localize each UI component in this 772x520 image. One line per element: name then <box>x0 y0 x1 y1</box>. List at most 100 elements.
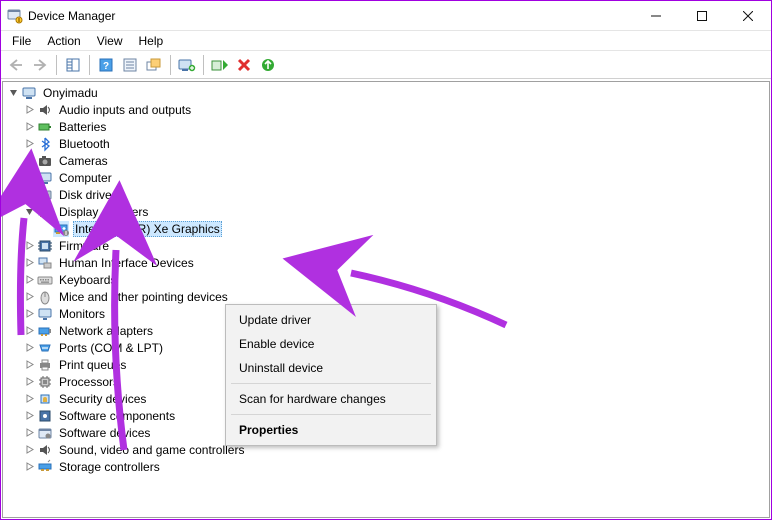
display-adapter-icon <box>53 221 69 237</box>
enable-device-button[interactable] <box>209 54 231 76</box>
menu-view[interactable]: View <box>90 32 130 50</box>
collapse-icon[interactable] <box>7 86 20 99</box>
titlebar: Device Manager <box>1 1 771 31</box>
expand-icon[interactable] <box>23 290 36 303</box>
properties-button[interactable] <box>119 54 141 76</box>
menu-help[interactable]: Help <box>132 32 171 50</box>
legacy-button[interactable] <box>143 54 165 76</box>
expand-icon[interactable] <box>23 239 36 252</box>
menubar: File Action View Help <box>1 31 771 51</box>
maximize-button[interactable] <box>679 1 725 31</box>
tree-item-intel-iris-xe[interactable]: Intel(R) Iris(R) Xe Graphics <box>3 220 769 237</box>
cm-enable-device[interactable]: Enable device <box>229 332 433 356</box>
expand-icon[interactable] <box>23 171 36 184</box>
network-icon <box>37 323 53 339</box>
forward-button[interactable] <box>29 54 51 76</box>
tree-item-label: Storage controllers <box>57 460 162 474</box>
expand-icon[interactable] <box>23 409 36 422</box>
expand-icon[interactable] <box>23 307 36 320</box>
help-button[interactable]: ? <box>95 54 117 76</box>
bluetooth-icon <box>37 136 53 152</box>
tree-item-label: Software devices <box>57 426 152 440</box>
toolbar-separator <box>89 55 90 75</box>
close-button[interactable] <box>725 1 771 31</box>
expand-icon[interactable] <box>23 375 36 388</box>
tree-item-mice[interactable]: Mice and other pointing devices <box>3 288 769 305</box>
client-area: Onyimadu Audio inputs and outputs Batter… <box>1 79 771 519</box>
expand-icon[interactable] <box>23 341 36 354</box>
tree-item-display-adapters[interactable]: Display adapters <box>3 203 769 220</box>
tree-item-label: Audio inputs and outputs <box>57 103 193 117</box>
tree-item-label: Mice and other pointing devices <box>57 290 230 304</box>
firmware-icon <box>37 238 53 254</box>
expand-icon[interactable] <box>23 460 36 473</box>
tree-item-storage-controllers[interactable]: Storage controllers <box>3 458 769 475</box>
expand-icon[interactable] <box>23 188 36 201</box>
menu-file[interactable]: File <box>5 32 38 50</box>
tree-item-diskdrives[interactable]: Disk drives <box>3 186 769 203</box>
expand-icon[interactable] <box>23 256 36 269</box>
keyboard-icon <box>37 272 53 288</box>
tree-root[interactable]: Onyimadu <box>3 84 769 101</box>
tree-item-audio[interactable]: Audio inputs and outputs <box>3 101 769 118</box>
hid-icon <box>37 255 53 271</box>
tree-item-computer[interactable]: Computer <box>3 169 769 186</box>
collapse-icon[interactable] <box>23 205 36 218</box>
cm-uninstall-device[interactable]: Uninstall device <box>229 356 433 380</box>
menu-action[interactable]: Action <box>40 32 87 50</box>
tree-item-hid[interactable]: Human Interface Devices <box>3 254 769 271</box>
tree-item-label: Ports (COM & LPT) <box>57 341 165 355</box>
tree-item-label: Firmware <box>57 239 111 253</box>
expand-icon[interactable] <box>23 358 36 371</box>
cm-separator <box>231 383 431 384</box>
update-driver-button[interactable] <box>176 54 198 76</box>
expand-icon[interactable] <box>23 324 36 337</box>
tree-item-label: Bluetooth <box>57 137 112 151</box>
tree-item-label: Batteries <box>57 120 108 134</box>
tree-item-label: Human Interface Devices <box>57 256 196 270</box>
mouse-icon <box>37 289 53 305</box>
show-hide-tree-button[interactable] <box>62 54 84 76</box>
cm-properties[interactable]: Properties <box>229 418 433 442</box>
tree-item-batteries[interactable]: Batteries <box>3 118 769 135</box>
port-icon <box>37 340 53 356</box>
uninstall-device-button[interactable] <box>233 54 255 76</box>
expand-icon[interactable] <box>23 426 36 439</box>
tree-item-label: Display adapters <box>57 205 150 219</box>
software-component-icon <box>37 408 53 424</box>
expand-icon[interactable] <box>23 273 36 286</box>
disk-icon <box>37 187 53 203</box>
scan-hardware-button[interactable] <box>257 54 279 76</box>
device-tree[interactable]: Onyimadu Audio inputs and outputs Batter… <box>2 81 770 518</box>
expand-icon[interactable] <box>23 120 36 133</box>
cm-update-driver[interactable]: Update driver <box>229 308 433 332</box>
printer-icon <box>37 357 53 373</box>
tree-item-label: Keyboards <box>57 273 118 287</box>
app-icon <box>7 8 23 24</box>
back-button[interactable] <box>5 54 27 76</box>
audio-icon <box>37 102 53 118</box>
expand-icon[interactable] <box>23 103 36 116</box>
tree-item-label: Print queues <box>57 358 128 372</box>
tree-item-keyboards[interactable]: Keyboards <box>3 271 769 288</box>
tree-item-cameras[interactable]: Cameras <box>3 152 769 169</box>
camera-icon <box>37 153 53 169</box>
security-icon <box>37 391 53 407</box>
context-menu: Update driver Enable device Uninstall de… <box>225 304 437 446</box>
minimize-button[interactable] <box>633 1 679 31</box>
tree-item-firmware[interactable]: Firmware <box>3 237 769 254</box>
toolbar: ? <box>1 51 771 79</box>
device-manager-window: Device Manager File Action View Help <box>0 0 772 520</box>
expand-icon[interactable] <box>23 443 36 456</box>
expand-icon[interactable] <box>23 154 36 167</box>
tree-item-label: Processors <box>57 375 121 389</box>
cm-scan-hardware[interactable]: Scan for hardware changes <box>229 387 433 411</box>
expand-icon[interactable] <box>23 392 36 405</box>
toolbar-separator <box>203 55 204 75</box>
tree-item-label: Software components <box>57 409 177 423</box>
expand-icon[interactable] <box>23 137 36 150</box>
computer-icon <box>21 85 37 101</box>
tree-item-bluetooth[interactable]: Bluetooth <box>3 135 769 152</box>
cpu-icon <box>37 374 53 390</box>
monitor-icon <box>37 306 53 322</box>
